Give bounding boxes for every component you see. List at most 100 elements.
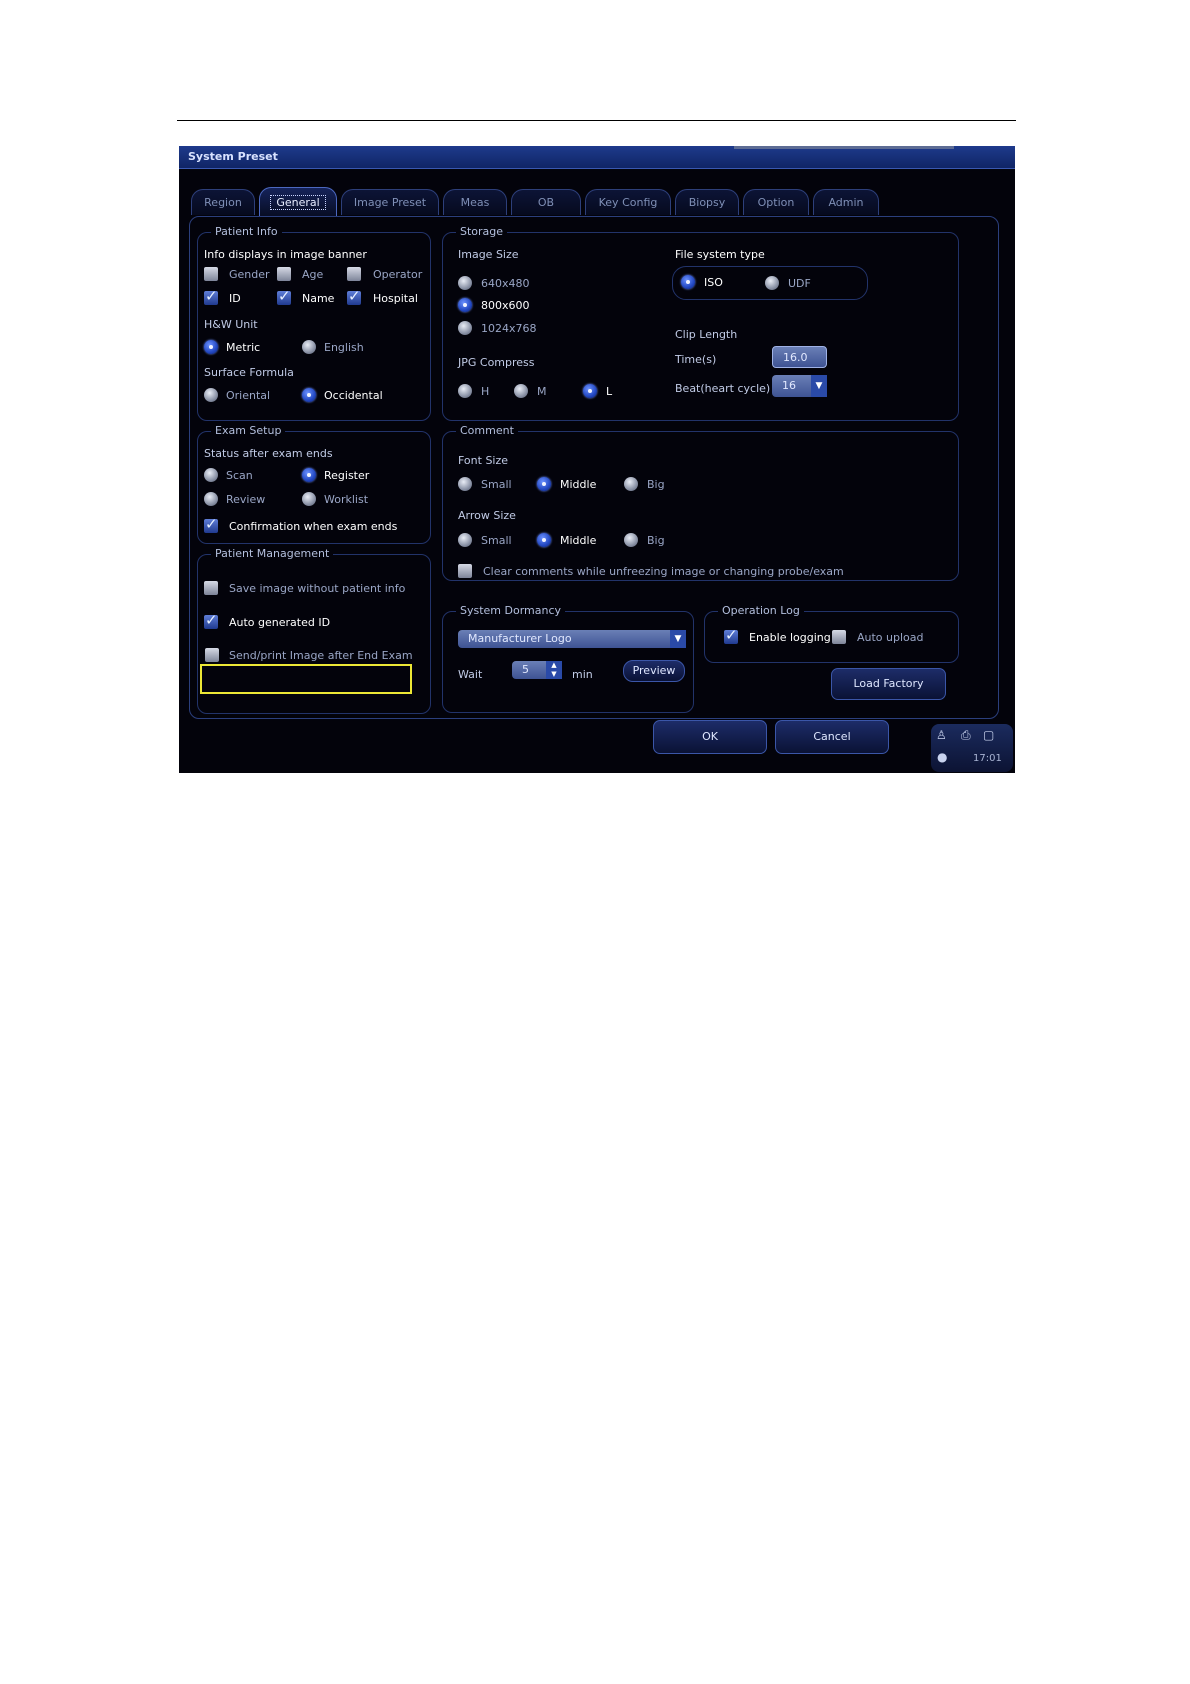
comment-group: Comment <box>442 424 959 581</box>
preview-button[interactable]: Preview <box>623 660 685 682</box>
scan-label: Scan <box>226 469 253 482</box>
jpg-h-radio[interactable] <box>458 384 472 398</box>
font-size-label: Font Size <box>458 454 509 467</box>
arrow-middle-radio[interactable] <box>537 533 551 547</box>
beat-select[interactable]: 16 ▼ <box>772 375 827 397</box>
age-checkbox[interactable] <box>277 267 291 281</box>
jpg-l-radio[interactable] <box>583 384 597 398</box>
tab-general[interactable]: General <box>259 187 337 217</box>
oriental-radio[interactable] <box>204 388 218 402</box>
load-factory-button[interactable]: Load Factory <box>831 668 946 700</box>
font-small-radio[interactable] <box>458 477 472 491</box>
time-input[interactable]: 16.0 <box>772 346 827 368</box>
gender-checkbox[interactable] <box>204 267 218 281</box>
wait-stepper-value: 5 <box>522 663 529 676</box>
udf-radio[interactable] <box>765 276 779 290</box>
surface-formula-label: Surface Formula <box>204 366 294 379</box>
arrow-big-radio[interactable] <box>624 533 638 547</box>
save-without-info-checkbox[interactable] <box>204 581 218 595</box>
cancel-button[interactable]: Cancel <box>775 720 889 754</box>
time-label: Time(s) <box>675 353 717 366</box>
worklist-label: Worklist <box>324 493 369 506</box>
metric-radio[interactable] <box>204 340 218 354</box>
fs-type-label: File system type <box>675 248 765 261</box>
send-print-checkbox[interactable] <box>205 648 219 662</box>
tab-image-preset[interactable]: Image Preset <box>341 189 439 215</box>
scan-radio[interactable] <box>204 468 218 482</box>
arrow-size-label: Arrow Size <box>458 509 516 522</box>
chevron-down-icon: ▼ <box>811 375 827 397</box>
title-bar-notch <box>734 146 954 149</box>
auto-id-label: Auto generated ID <box>229 616 331 629</box>
tab-admin[interactable]: Admin <box>813 189 879 215</box>
user-icon[interactable]: ♙ <box>936 728 947 742</box>
system-tray: ♙ ⎙ ▢ ● 17:01 <box>931 724 1013 772</box>
name-label: Name <box>302 292 335 305</box>
auto-upload-label: Auto upload <box>857 631 924 644</box>
clear-comments-checkbox[interactable] <box>458 564 472 578</box>
clear-comments-label: Clear comments while unfreezing image or… <box>483 565 844 578</box>
size-640-radio[interactable] <box>458 276 472 290</box>
ok-button[interactable]: OK <box>653 720 767 754</box>
auto-upload-checkbox[interactable] <box>832 630 846 644</box>
tab-general-label: General <box>270 195 326 210</box>
gender-label: Gender <box>229 268 270 281</box>
comment-legend: Comment <box>456 424 518 437</box>
jpg-m-label: M <box>537 385 547 398</box>
clip-length-label: Clip Length <box>675 328 738 341</box>
network-icon[interactable]: ● <box>937 750 947 764</box>
exam-setup-legend: Exam Setup <box>211 424 286 437</box>
save-without-info-label: Save image without patient info <box>229 582 406 595</box>
size-800-radio[interactable] <box>458 298 472 312</box>
tab-option[interactable]: Option <box>743 189 809 215</box>
operator-label: Operator <box>373 268 423 281</box>
operator-checkbox[interactable] <box>347 267 361 281</box>
udf-label: UDF <box>788 277 811 290</box>
name-checkbox[interactable] <box>277 287 291 305</box>
patient-info-legend: Patient Info <box>211 225 282 238</box>
printer-icon[interactable]: ⎙ <box>961 728 971 743</box>
english-radio[interactable] <box>302 340 316 354</box>
status-after-exam-label: Status after exam ends <box>204 447 333 460</box>
arrow-small-radio[interactable] <box>458 533 472 547</box>
tab-meas[interactable]: Meas <box>443 189 507 215</box>
worklist-radio[interactable] <box>302 492 316 506</box>
page-top-rule <box>177 120 1016 121</box>
jpg-l-label: L <box>606 385 613 398</box>
auto-id-checkbox[interactable] <box>204 611 218 629</box>
arrow-small-label: Small <box>481 534 512 547</box>
enable-logging-label: Enable logging <box>749 631 831 644</box>
id-label: ID <box>229 292 241 305</box>
size-1024-radio[interactable] <box>458 321 472 335</box>
dormancy-select[interactable]: Manufacturer Logo ▼ <box>458 630 686 648</box>
title-bar: System Preset <box>179 146 1015 169</box>
font-small-label: Small <box>481 478 512 491</box>
register-radio[interactable] <box>302 468 316 482</box>
monitor-icon[interactable]: ▢ <box>983 728 994 742</box>
id-checkbox[interactable] <box>204 287 218 305</box>
hospital-checkbox[interactable] <box>347 287 361 305</box>
font-middle-label: Middle <box>560 478 597 491</box>
send-print-highlight <box>200 664 412 694</box>
oriental-label: Oriental <box>226 389 271 402</box>
iso-radio[interactable] <box>681 275 695 289</box>
tab-region[interactable]: Region <box>191 189 255 215</box>
occidental-radio[interactable] <box>302 388 316 402</box>
enable-logging-checkbox[interactable] <box>724 626 738 644</box>
tab-key-config[interactable]: Key Config <box>585 189 671 215</box>
jpg-h-label: H <box>481 385 490 398</box>
size-1024-label: 1024x768 <box>481 322 537 335</box>
review-radio[interactable] <box>204 492 218 506</box>
size-640-label: 640x480 <box>481 277 530 290</box>
jpg-compress-label: JPG Compress <box>458 356 535 369</box>
font-middle-radio[interactable] <box>537 477 551 491</box>
jpg-m-radio[interactable] <box>514 384 528 398</box>
hw-unit-label: H&W Unit <box>204 318 258 331</box>
wait-stepper[interactable]: 5 ▲ ▼ <box>512 661 562 679</box>
tab-biopsy[interactable]: Biopsy <box>675 189 739 215</box>
font-big-radio[interactable] <box>624 477 638 491</box>
tab-ob[interactable]: OB <box>511 189 581 215</box>
font-big-label: Big <box>647 478 665 491</box>
iso-label: ISO <box>704 276 723 289</box>
confirmation-checkbox[interactable] <box>204 515 218 533</box>
